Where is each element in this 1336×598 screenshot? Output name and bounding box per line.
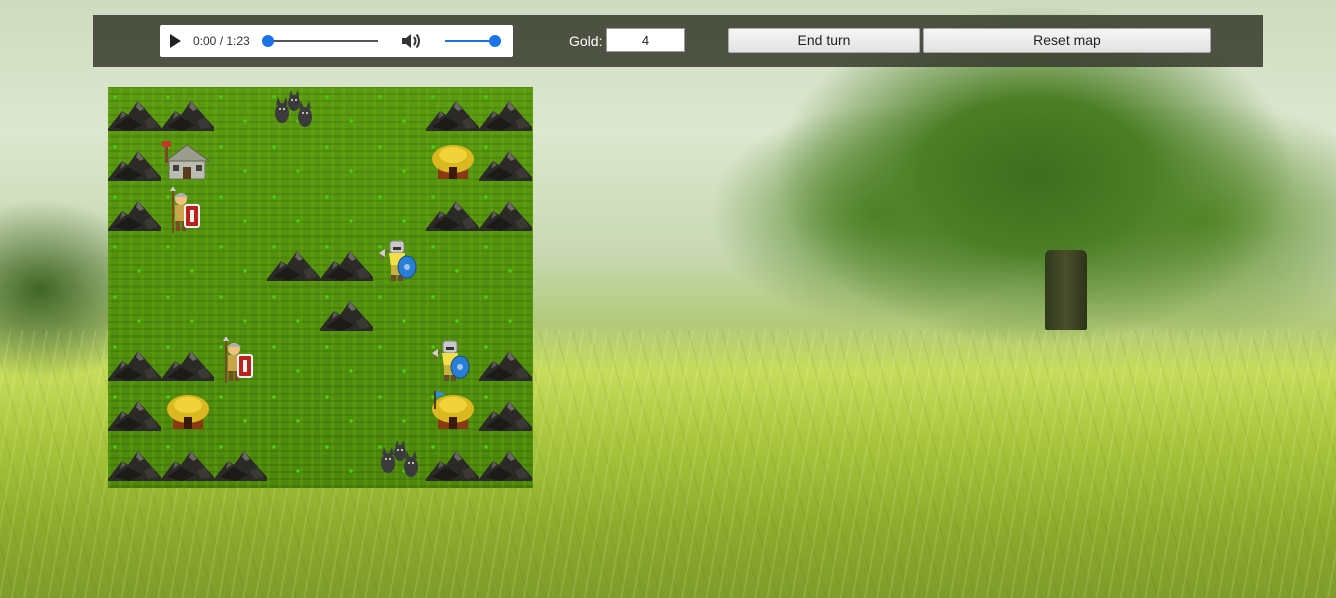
map-tile-mountain[interactable] xyxy=(108,437,161,487)
mountain-icon xyxy=(161,351,214,381)
mountain-icon xyxy=(479,151,532,181)
map-tile-mountain[interactable] xyxy=(161,437,214,487)
map-tile-hut[interactable] xyxy=(161,387,214,437)
mountain-icon xyxy=(108,351,161,381)
end-turn-button[interactable]: End turn xyxy=(728,28,920,53)
hut-icon xyxy=(167,395,209,429)
wolves-icon xyxy=(381,440,418,477)
audio-seek-track[interactable] xyxy=(268,40,378,42)
map-tile-stone-house[interactable] xyxy=(161,137,214,187)
stone-house-icon xyxy=(162,141,211,180)
map-tile-roman-soldier[interactable] xyxy=(214,337,267,387)
mountain-icon xyxy=(108,201,161,231)
mountain-icon xyxy=(426,201,479,231)
audio-seek-thumb[interactable] xyxy=(262,35,274,47)
mountain-icon xyxy=(108,401,161,431)
gold-label: Gold: xyxy=(569,33,603,49)
map-tile-mountain[interactable] xyxy=(161,337,214,387)
map-tile-mountain[interactable] xyxy=(479,137,532,187)
roman-soldier-icon xyxy=(170,187,200,233)
roman-soldier-icon xyxy=(223,337,253,383)
hut-flag-icon xyxy=(432,391,474,429)
mountain-icon xyxy=(320,251,373,281)
mountain-icon xyxy=(161,101,214,131)
audio-time: 0:00 / 1:23 xyxy=(193,34,250,48)
map-tile-wolves[interactable] xyxy=(373,437,426,487)
volume-thumb[interactable] xyxy=(489,35,501,47)
mountain-icon xyxy=(108,101,161,131)
map-tile-mountain[interactable] xyxy=(267,237,320,287)
map-tile-mountain[interactable] xyxy=(479,387,532,437)
dwarf-warrior-icon xyxy=(432,340,470,381)
mountain-icon xyxy=(479,401,532,431)
map-tile-mountain[interactable] xyxy=(108,87,161,137)
reset-map-button[interactable]: Reset map xyxy=(923,28,1211,53)
map-tile-mountain[interactable] xyxy=(479,187,532,237)
map-tile-mountain[interactable] xyxy=(426,87,479,137)
map-tile-mountain[interactable] xyxy=(320,287,373,337)
map-tile-mountain[interactable] xyxy=(161,87,214,137)
map-tile-wolves[interactable] xyxy=(267,87,320,137)
play-icon[interactable] xyxy=(170,34,181,48)
mountain-icon xyxy=(108,451,161,481)
map-tile-dwarf-warrior[interactable] xyxy=(426,337,479,387)
map-tile-hut-flag[interactable] xyxy=(426,387,479,437)
map-tile-dwarf-warrior[interactable] xyxy=(373,237,426,287)
gold-field[interactable] xyxy=(606,28,685,52)
game-map[interactable] xyxy=(108,87,533,488)
mountain-icon xyxy=(426,101,479,131)
map-tile-roman-soldier[interactable] xyxy=(161,187,214,237)
mountain-icon xyxy=(479,101,532,131)
volume-track[interactable] xyxy=(445,40,495,42)
audio-player[interactable]: 0:00 / 1:23 xyxy=(160,25,513,57)
mountain-icon xyxy=(479,451,532,481)
wolves-icon xyxy=(275,90,312,127)
map-tile-mountain[interactable] xyxy=(479,87,532,137)
mountain-icon xyxy=(479,201,532,231)
mountain-icon xyxy=(426,451,479,481)
map-tile-hut[interactable] xyxy=(426,137,479,187)
mountain-icon xyxy=(161,451,214,481)
map-tile-mountain[interactable] xyxy=(479,437,532,487)
map-tile-mountain[interactable] xyxy=(108,337,161,387)
map-tile-mountain[interactable] xyxy=(479,337,532,387)
hut-icon xyxy=(432,145,474,179)
top-toolbar: 0:00 / 1:23 Gold: End turn Reset map xyxy=(93,15,1263,67)
map-tile-mountain[interactable] xyxy=(320,237,373,287)
map-tile-mountain[interactable] xyxy=(108,387,161,437)
mountain-icon xyxy=(320,301,373,331)
mountain-icon xyxy=(214,451,267,481)
mountain-icon xyxy=(108,151,161,181)
mountain-icon xyxy=(479,351,532,381)
mountain-icon xyxy=(267,251,320,281)
map-tile-mountain[interactable] xyxy=(108,137,161,187)
map-tile-mountain[interactable] xyxy=(426,187,479,237)
dwarf-warrior-icon xyxy=(379,240,417,281)
map-tile-mountain[interactable] xyxy=(426,437,479,487)
background-tree-trunk xyxy=(1045,250,1087,330)
map-tile-mountain[interactable] xyxy=(108,187,161,237)
map-tile-mountain[interactable] xyxy=(214,437,267,487)
volume-icon[interactable] xyxy=(400,31,422,51)
